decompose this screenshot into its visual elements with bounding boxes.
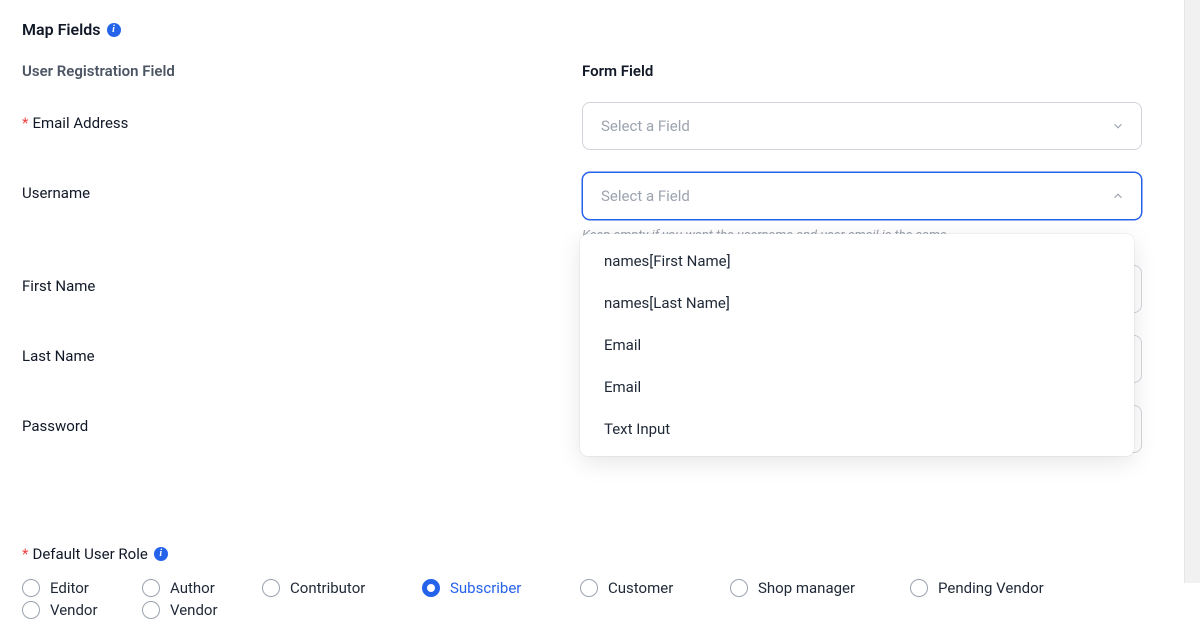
radio-icon [142,579,160,597]
radio-icon [22,601,40,619]
role-radio-group: Editor Author Contributor Subscriber Cus… [22,579,1178,619]
dropdown-menu-username[interactable]: names[First Name] names[Last Name] Email… [580,234,1134,456]
role-label: Shop manager [758,579,855,597]
role-option-vendor-2[interactable]: Vendor [142,601,262,619]
role-label: Pending Vendor [938,579,1044,597]
role-option-vendor[interactable]: Vendor [22,601,142,619]
scrollbar-thumb[interactable] [1188,0,1198,583]
role-option-author[interactable]: Author [142,579,262,597]
radio-icon [422,579,440,597]
radio-icon [142,601,160,619]
field-row-email: *Email Address Select a Field [22,102,1178,150]
role-option-contributor[interactable]: Contributor [262,579,422,597]
chevron-up-icon [1111,189,1125,203]
role-option-customer[interactable]: Customer [580,579,730,597]
field-label-first-name: First Name [22,265,582,295]
role-title: *Default User Role i [22,545,1178,563]
radio-icon [22,579,40,597]
section-title-text: Map Fields [22,20,101,39]
role-section: *Default User Role i Editor Author Contr… [22,545,1178,619]
role-option-subscriber[interactable]: Subscriber [422,579,580,597]
scrollbar-vertical[interactable] [1184,0,1200,583]
radio-icon [910,579,928,597]
role-label: Contributor [290,579,365,597]
columns-header: User Registration Field Form Field [22,61,1178,80]
column-header-right: Form Field [582,62,653,80]
section-title: Map Fields i [22,20,1178,39]
select-username[interactable]: Select a Field [582,172,1142,220]
dropdown-item[interactable]: Text Input [580,408,1134,450]
info-icon[interactable]: i [107,23,121,37]
role-label: Vendor [50,601,98,619]
radio-icon [730,579,748,597]
field-row-username: Username Select a Field Keep empty if yo… [22,172,1178,243]
role-option-pending-vendor[interactable]: Pending Vendor [910,579,1110,597]
field-label-password: Password [22,405,582,435]
field-label-username: Username [22,172,582,202]
field-label-last-name: Last Name [22,335,582,365]
role-label: Vendor [170,601,218,619]
required-asterisk: * [22,114,28,132]
required-asterisk: * [22,545,28,563]
role-label: Editor [50,579,89,597]
dropdown-item[interactable]: names[First Name] [580,240,1134,282]
column-header-left: User Registration Field [22,62,175,80]
role-label: Author [170,579,215,597]
chevron-down-icon [1111,119,1125,133]
select-placeholder: Select a Field [601,117,690,135]
role-option-shop-manager[interactable]: Shop manager [730,579,910,597]
role-label: Subscriber [450,579,521,597]
dropdown-item[interactable]: names[Last Name] [580,282,1134,324]
role-label: Customer [608,579,673,597]
dropdown-item[interactable]: Email [580,324,1134,366]
select-email[interactable]: Select a Field [582,102,1142,150]
dropdown-item[interactable]: Email [580,366,1134,408]
radio-icon [580,579,598,597]
select-placeholder: Select a Field [601,187,690,205]
info-icon[interactable]: i [154,547,168,561]
field-label-email: *Email Address [22,102,582,132]
role-option-editor[interactable]: Editor [22,579,142,597]
radio-icon [262,579,280,597]
